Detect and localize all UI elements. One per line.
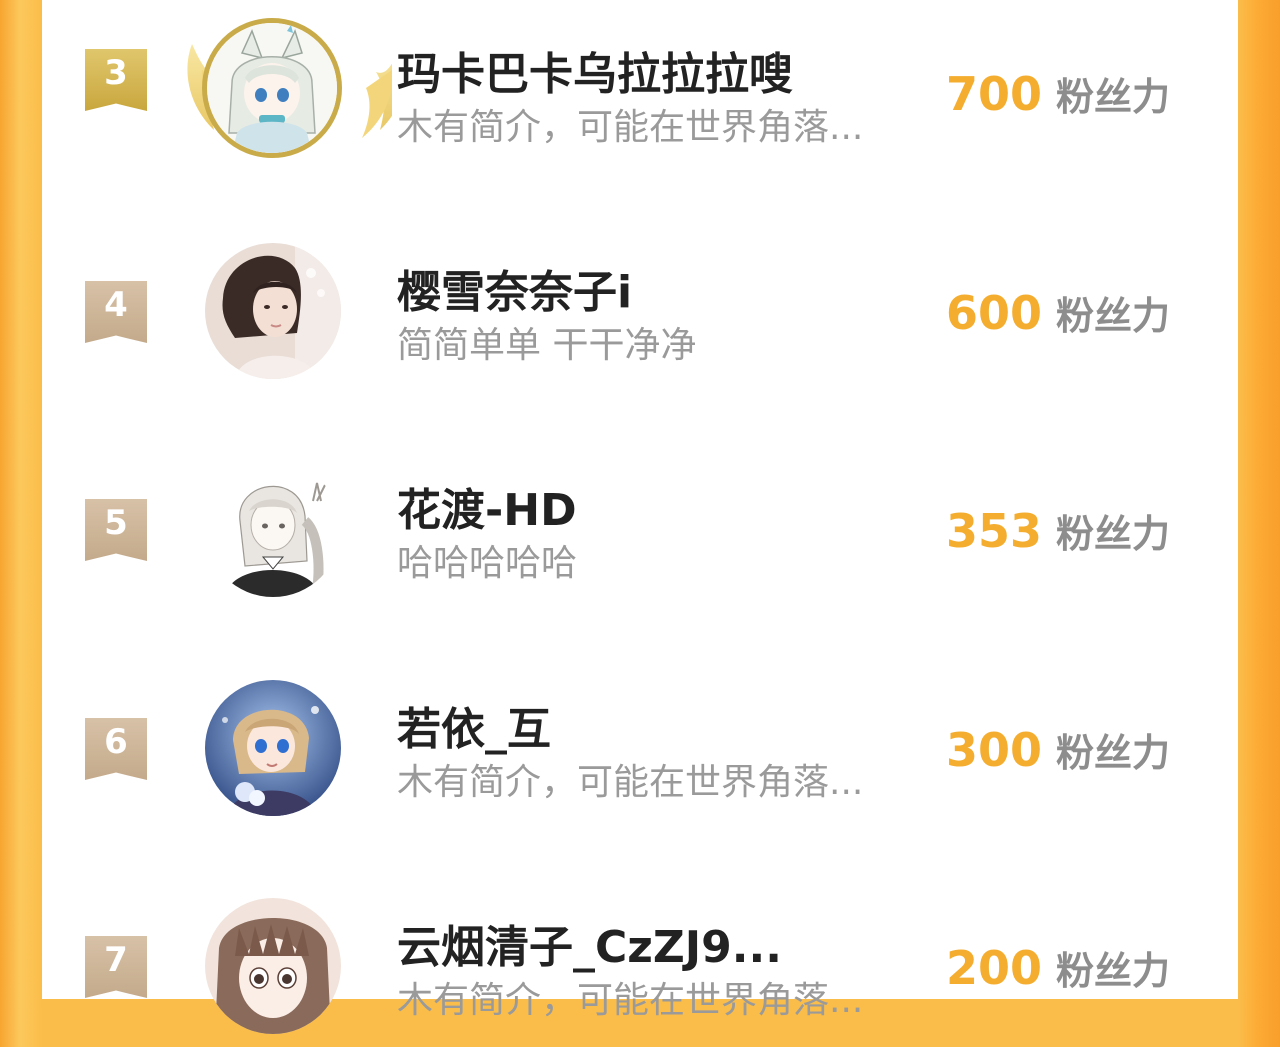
- user-name[interactable]: 花渡-HD: [397, 474, 577, 538]
- user-name[interactable]: 樱雪奈奈子i: [397, 256, 632, 320]
- fans-label: 粉丝力: [1055, 512, 1170, 556]
- rank-number: 4: [104, 285, 128, 325]
- leaderboard-row[interactable]: 6 若依_互 木有简介，可能在世界角落... 300 粉丝力: [42, 669, 1238, 829]
- leaderboard-row[interactable]: 4 樱雪奈奈子i 简简单单 干干净净 600 粉丝力: [42, 232, 1238, 392]
- user-bio: 木有简介，可能在世界角落...: [397, 980, 864, 1021]
- fans-count: 353: [945, 504, 1042, 558]
- fans-power: 200 粉丝力: [946, 940, 1170, 995]
- girl-photo-avatar-icon: [205, 243, 341, 379]
- user-name[interactable]: 云烟清子_CzZJ9...: [397, 911, 782, 975]
- rank-ribbon: 7: [85, 936, 147, 998]
- leaderboard-panel: 3 玛卡巴卡乌拉拉拉嗖 木有简介，可能在世界角落... 700 粉丝力 4 樱雪…: [42, 0, 1238, 1034]
- avatar[interactable]: [205, 243, 341, 379]
- user-name[interactable]: 玛卡巴卡乌拉拉拉嗖: [397, 38, 793, 102]
- avatar[interactable]: [202, 18, 342, 158]
- fans-count: 300: [945, 723, 1042, 777]
- rank-number: 3: [104, 53, 128, 93]
- fans-count: 700: [945, 67, 1042, 121]
- fans-power: 353 粉丝力: [946, 503, 1170, 558]
- rank-ribbon: 5: [85, 499, 147, 561]
- fans-power: 700 粉丝力: [946, 66, 1170, 121]
- rank-ribbon-gold: 3: [85, 49, 147, 111]
- rank-number: 5: [104, 503, 128, 543]
- leaderboard-row[interactable]: 5 花渡-HD 哈哈哈哈哈 353 粉丝力: [42, 450, 1238, 610]
- fans-count: 200: [945, 941, 1042, 995]
- leaderboard-row[interactable]: 3 玛卡巴卡乌拉拉拉嗖 木有简介，可能在世界角落... 700 粉丝力: [42, 0, 1238, 160]
- leaderboard-row[interactable]: 7 云烟清子_CzZJ9... 木有简介，可能在世界角落... 200 粉丝力: [42, 887, 1238, 1047]
- user-name[interactable]: 若依_互: [397, 693, 551, 757]
- rank-ribbon: 6: [85, 718, 147, 780]
- fans-power: 300 粉丝力: [946, 722, 1170, 777]
- avatar[interactable]: [205, 461, 341, 597]
- fans-power: 600 粉丝力: [946, 285, 1170, 340]
- sketch-girl-avatar-icon: [205, 461, 341, 597]
- fans-count: 600: [945, 286, 1042, 340]
- fans-label: 粉丝力: [1055, 949, 1170, 993]
- fans-label: 粉丝力: [1055, 75, 1170, 119]
- user-bio: 简简单单 干干净净: [397, 325, 697, 366]
- fans-label: 粉丝力: [1055, 294, 1170, 338]
- user-bio: 哈哈哈哈哈: [397, 543, 578, 584]
- fans-label: 粉丝力: [1055, 731, 1170, 775]
- rank-number: 6: [104, 722, 128, 762]
- rank-number: 7: [104, 940, 128, 980]
- rank-ribbon: 4: [85, 281, 147, 343]
- anime-bangs-avatar-icon: [205, 898, 341, 1034]
- anime-cat-ear-avatar-icon: [207, 23, 337, 153]
- blue-anime-avatar-icon: [205, 680, 341, 816]
- user-bio: 木有简介，可能在世界角落...: [397, 762, 864, 803]
- user-bio: 木有简介，可能在世界角落...: [397, 107, 864, 148]
- avatar[interactable]: [205, 898, 341, 1034]
- avatar[interactable]: [205, 680, 341, 816]
